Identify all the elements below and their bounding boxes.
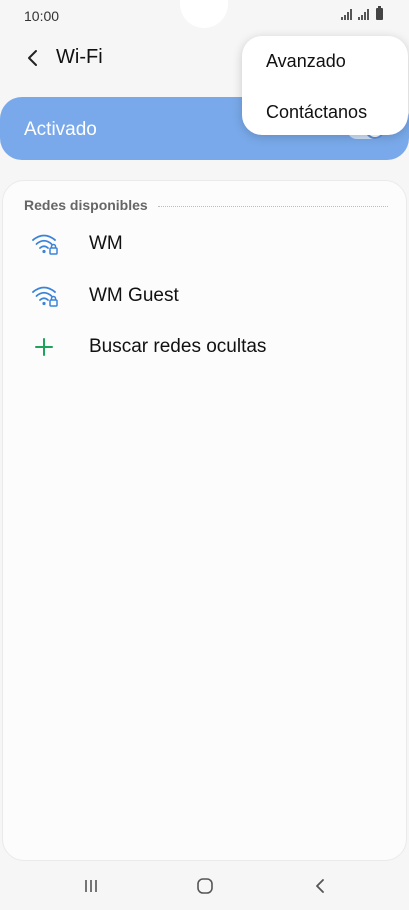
- recent-apps-button[interactable]: [79, 876, 103, 896]
- home-button[interactable]: [193, 876, 217, 896]
- page-title: Wi-Fi: [56, 46, 103, 68]
- wifi-locked-icon: [32, 234, 58, 255]
- network-label: WM Guest: [89, 285, 179, 306]
- battery-icon: [376, 6, 383, 20]
- camera-notch: [180, 0, 228, 28]
- plus-icon: [35, 338, 53, 356]
- status-icons: [341, 6, 383, 20]
- signal-icon: [358, 9, 369, 20]
- network-item-wm[interactable]: WM: [3, 219, 408, 269]
- nav-back-button[interactable]: [308, 876, 332, 896]
- add-hidden-network-label: Buscar redes ocultas: [89, 336, 267, 357]
- networks-card: Redes disponibles WM WM Guest Buscar red…: [2, 180, 407, 861]
- status-bar: 10:00: [0, 0, 409, 32]
- network-label: WM: [89, 233, 123, 254]
- menu-item-avanzado[interactable]: Avanzado: [266, 51, 346, 72]
- section-header: Redes disponibles: [24, 196, 388, 214]
- wifi-locked-icon: [32, 286, 58, 307]
- section-divider: [157, 205, 388, 207]
- home-icon: [197, 878, 213, 894]
- menu-item-contactanos[interactable]: Contáctanos: [266, 102, 367, 123]
- back-icon: [316, 879, 324, 893]
- network-item-wm-guest[interactable]: WM Guest: [3, 271, 408, 321]
- navigation-bar: [0, 862, 409, 910]
- overflow-menu: Avanzado Contáctanos: [242, 36, 408, 135]
- recent-apps-icon: [85, 880, 97, 892]
- master-switch-label: Activado: [24, 119, 97, 140]
- signal-icon: [341, 9, 352, 20]
- add-hidden-network-button[interactable]: Buscar redes ocultas: [3, 322, 408, 372]
- section-title: Redes disponibles: [24, 197, 148, 213]
- back-button[interactable]: [20, 44, 46, 72]
- status-time: 10:00: [24, 8, 60, 24]
- wifi-settings-screen: 10:00 Wi-Fi Activado Redes disponibles W…: [0, 0, 409, 910]
- chevron-left-icon: [28, 50, 37, 66]
